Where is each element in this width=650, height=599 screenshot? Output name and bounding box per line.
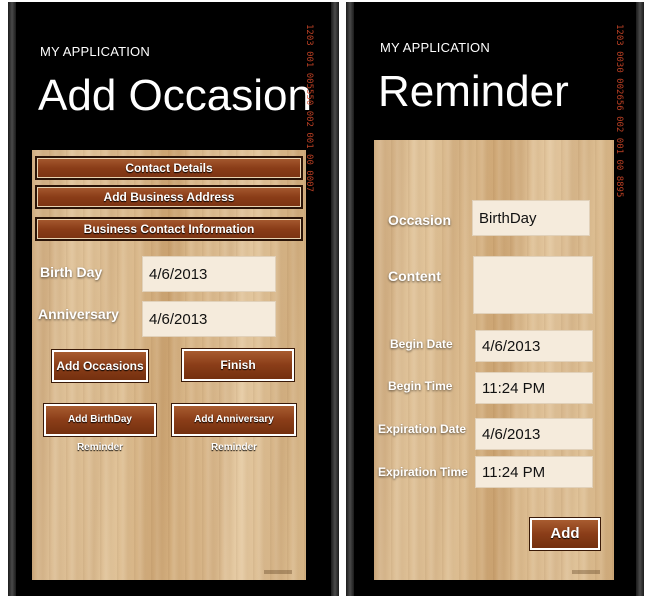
begin-time-field[interactable]: 11:24 PM [475,372,593,404]
panel-handle [572,570,600,574]
phone-bezel [346,2,354,596]
begin-date-label: Begin Date [390,337,453,351]
app-title: MY APPLICATION [380,40,490,55]
phone-bezel [636,2,644,596]
finish-button[interactable]: Finish [181,348,295,382]
occasion-field[interactable]: BirthDay [472,200,590,236]
right-phone-screen: MY APPLICATION Reminder 1203 0030 002656… [346,2,644,596]
page-title: Reminder [378,67,569,116]
expiration-date-label: Expiration Date [378,422,467,436]
add-anniversary-reminder-button[interactable]: Add Anniversary Reminder [171,403,297,453]
panel-handle [264,570,292,574]
page-title: Add Occasion [38,71,312,120]
add-reminder-button[interactable]: Add [529,517,601,551]
contact-details-button[interactable]: Contact Details [35,156,303,180]
content-field[interactable] [473,256,593,314]
phone-bezel [8,2,16,596]
app-title: MY APPLICATION [40,44,150,59]
add-occasions-button[interactable]: Add Occasions [51,349,149,383]
add-birthday-reminder-button[interactable]: Add BirthDay Reminder [43,403,157,453]
business-contact-information-button[interactable]: Business Contact Information [35,217,303,241]
birth-day-field[interactable]: 4/6/2013 [142,256,276,292]
expiration-time-label: Expiration Time [378,465,468,479]
content-panel: Occasion BirthDay Content Begin Date 4/6… [374,140,614,580]
anniversary-label: Anniversary [38,306,119,322]
occasion-label: Occasion [388,212,452,228]
add-business-address-button[interactable]: Add Business Address [35,185,303,209]
expiration-time-field[interactable]: 11:24 PM [475,456,593,488]
expiration-date-field[interactable]: 4/6/2013 [475,418,593,450]
begin-date-field[interactable]: 4/6/2013 [475,330,593,362]
begin-time-label: Begin Time [388,379,453,393]
left-phone-screen: MY APPLICATION Add Occasion 1203 001 005… [8,2,339,596]
anniversary-field[interactable]: 4/6/2013 [142,301,276,337]
phone-bezel [331,2,339,596]
content-panel: Contact Details Add Business Address Bus… [32,150,306,580]
system-status-strip: 1203 0030 002656 002 001 00 8895 [614,24,624,198]
birth-day-label: Birth Day [40,264,103,280]
content-label: Content [388,268,441,284]
